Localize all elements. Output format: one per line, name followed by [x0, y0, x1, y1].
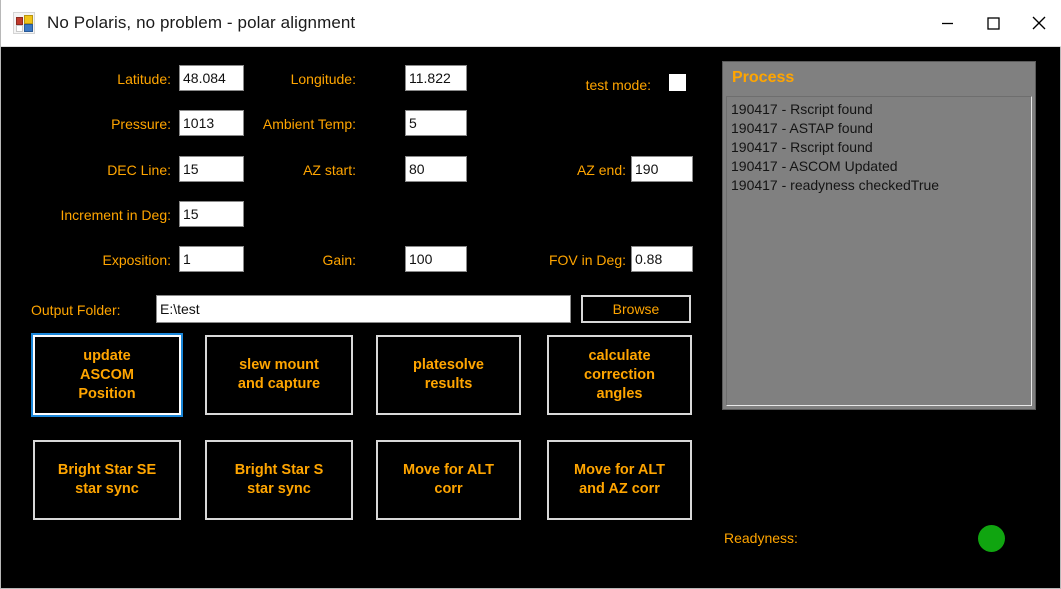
input-output-folder[interactable]: E:\test	[156, 295, 571, 323]
slew-mount-and-capture-button[interactable]: slew mount and capture	[205, 335, 353, 415]
title-bar: No Polaris, no problem - polar alignment	[1, 0, 1061, 47]
client-area: Latitude: 48.084 Longitude: 11.822 test …	[1, 47, 1060, 587]
process-log-list[interactable]: 190417 - Rscript found 190417 - ASTAP fo…	[726, 96, 1032, 406]
close-icon	[1032, 16, 1046, 30]
maximize-icon	[986, 16, 1000, 30]
list-item: 190417 - ASTAP found	[731, 120, 873, 136]
list-item: 190417 - ASCOM Updated	[731, 158, 898, 174]
label-fov-deg: FOV in Deg:	[548, 252, 626, 268]
list-item: 190417 - Rscript found	[731, 139, 873, 155]
input-fov-deg[interactable]: 0.88	[631, 246, 693, 272]
label-ambient-temp: Ambient Temp:	[262, 116, 356, 132]
calculate-correction-angles-button[interactable]: calculate correction angles	[547, 335, 692, 415]
label-latitude: Latitude:	[117, 71, 171, 87]
input-az-start[interactable]: 80	[405, 156, 467, 182]
input-increment-deg[interactable]: 15	[179, 201, 244, 227]
browse-button[interactable]: Browse	[581, 295, 691, 323]
window-title: No Polaris, no problem - polar alignment	[47, 13, 356, 32]
label-az-end: AZ end:	[576, 162, 626, 178]
label-exposition: Exposition:	[102, 252, 171, 268]
input-longitude[interactable]: 11.822	[405, 65, 467, 91]
input-gain[interactable]: 100	[405, 246, 467, 272]
label-increment-deg: Increment in Deg:	[60, 207, 172, 223]
minimize-icon	[941, 22, 953, 24]
process-panel: Process 190417 - Rscript found 190417 - …	[722, 61, 1036, 410]
readyness-status-indicator	[978, 525, 1005, 552]
label-test-mode: test mode:	[585, 77, 651, 93]
list-item: 190417 - Rscript found	[731, 101, 873, 117]
input-pressure[interactable]: 1013	[179, 110, 244, 136]
input-az-end[interactable]: 190	[631, 156, 693, 182]
label-readyness: Readyness:	[724, 530, 798, 546]
input-exposition[interactable]: 1	[179, 246, 244, 272]
minimize-button[interactable]	[924, 0, 970, 46]
list-item: 190417 - readyness checkedTrue	[731, 177, 940, 193]
update-ascom-position-button[interactable]: update ASCOM Position	[31, 333, 183, 417]
checkbox-test-mode[interactable]	[669, 74, 686, 91]
application-window: No Polaris, no problem - polar alignment…	[0, 0, 1061, 589]
close-button[interactable]	[1016, 0, 1061, 46]
process-panel-title: Process	[723, 62, 1035, 94]
input-dec-line[interactable]: 15	[179, 156, 244, 182]
bright-star-s-sync-button[interactable]: Bright Star S star sync	[205, 440, 353, 520]
input-ambient-temp[interactable]: 5	[405, 110, 467, 136]
maximize-button[interactable]	[970, 0, 1016, 46]
label-dec-line: DEC Line:	[107, 162, 171, 178]
label-longitude: Longitude:	[290, 71, 356, 87]
input-latitude[interactable]: 48.084	[179, 65, 244, 91]
bright-star-se-sync-button[interactable]: Bright Star SE star sync	[33, 440, 181, 520]
move-for-alt-corr-button[interactable]: Move for ALT corr	[376, 440, 521, 520]
label-gain: Gain:	[322, 252, 356, 268]
winforms-app-icon	[13, 12, 35, 34]
platesolve-results-button[interactable]: platesolve results	[376, 335, 521, 415]
move-for-alt-and-az-corr-button[interactable]: Move for ALT and AZ corr	[547, 440, 692, 520]
label-output-folder: Output Folder:	[31, 302, 121, 318]
label-pressure: Pressure:	[111, 116, 171, 132]
label-az-start: AZ start:	[303, 162, 356, 178]
